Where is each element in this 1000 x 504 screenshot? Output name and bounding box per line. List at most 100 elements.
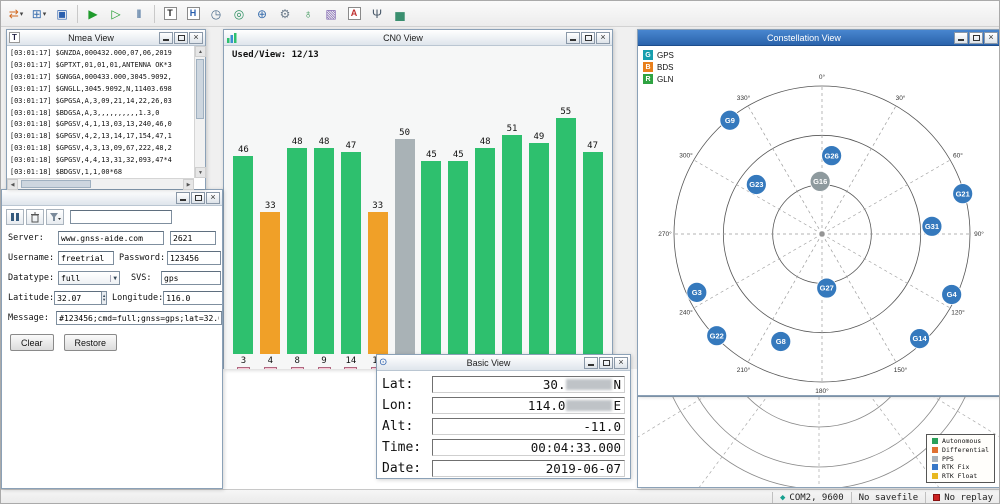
play-button[interactable]: ▶ <box>82 3 104 24</box>
satellite-marker[interactable]: G16 <box>810 171 830 191</box>
satellite-marker[interactable]: G23 <box>746 175 766 195</box>
satellite-marker[interactable]: G14 <box>910 329 930 349</box>
message-input[interactable] <box>56 311 222 325</box>
satellite-marker[interactable]: G31 <box>922 216 942 236</box>
maximize-button[interactable] <box>599 357 613 369</box>
close-button[interactable]: × <box>984 32 998 44</box>
server-input[interactable] <box>58 231 164 245</box>
satellite-id: G31 <box>925 222 939 231</box>
scroll-right-icon[interactable]: ▶ <box>183 179 194 190</box>
crosshair-button[interactable]: ⊕ <box>251 3 273 24</box>
maximize-button[interactable] <box>191 192 205 204</box>
minimize-button[interactable] <box>584 357 598 369</box>
pause-icon <box>10 212 20 222</box>
scroll-up-icon[interactable]: ▲ <box>195 46 206 57</box>
globe-button[interactable]: ♁ <box>297 3 319 24</box>
vertical-scrollbar[interactable]: ▲ ▼ <box>194 46 205 178</box>
scrollbar-thumb[interactable] <box>21 180 91 188</box>
cn0-bar <box>287 148 307 354</box>
maximize-button[interactable] <box>969 32 983 44</box>
pause-log-button[interactable] <box>6 209 24 225</box>
nmea-titlebar[interactable]: T Nmea View × <box>7 30 205 46</box>
maximize-button[interactable] <box>581 32 595 44</box>
connect-button[interactable]: ⇄▾ <box>5 3 27 24</box>
satellite-marker[interactable]: G27 <box>817 278 837 298</box>
svs-input[interactable] <box>161 271 221 285</box>
clock-button[interactable]: ◷ <box>205 3 227 24</box>
cn0-bar <box>421 161 441 355</box>
filter-button[interactable] <box>46 209 64 225</box>
satellite-marker[interactable]: G22 <box>707 326 727 346</box>
satellite-marker[interactable]: G4 <box>942 284 962 304</box>
scrollbar-thumb[interactable] <box>196 59 204 119</box>
views-button[interactable]: ⊞▾ <box>28 3 50 24</box>
satellite-marker[interactable]: G26 <box>822 146 842 166</box>
scroll-left-icon[interactable]: ◀ <box>7 179 18 190</box>
nmea-line: [03:01:17] $GPTXT,01,01,01,ANTENNA OK*3 <box>10 60 194 72</box>
azimuth-label: 150° <box>894 366 908 374</box>
skyplot-button[interactable]: ◎ <box>228 3 250 24</box>
longitude-input[interactable] <box>163 291 223 305</box>
pause-button[interactable]: ‖ <box>128 3 150 24</box>
clear-log-button[interactable] <box>26 209 44 225</box>
text-view-button[interactable]: T <box>159 3 181 24</box>
constellation-titlebar[interactable]: Constellation View × <box>638 30 1000 46</box>
maximize-button[interactable] <box>174 32 188 44</box>
layers-button[interactable]: ▧ <box>320 3 342 24</box>
filter-input[interactable] <box>70 210 172 224</box>
close-button[interactable]: × <box>596 32 610 44</box>
cn0-bar <box>502 135 522 354</box>
config-titlebar[interactable]: × <box>2 190 222 206</box>
close-button[interactable]: × <box>614 357 628 369</box>
antenna-button[interactable]: Ψ <box>366 3 388 24</box>
azimuth-spoke <box>694 160 822 234</box>
clear-button[interactable]: Clear <box>10 334 54 351</box>
satellite-marker[interactable]: G3 <box>687 282 707 302</box>
cn0-bar <box>260 212 280 354</box>
nmea-view-icon: T <box>9 32 20 43</box>
satellite-id: G16 <box>813 177 827 186</box>
minimize-button[interactable] <box>159 32 173 44</box>
close-button[interactable]: × <box>206 192 220 204</box>
fix-type-label: Differential <box>942 446 989 454</box>
restore-button[interactable]: Restore <box>64 334 118 351</box>
satellite-marker[interactable]: G8 <box>771 331 791 351</box>
minimize-button[interactable] <box>954 32 968 44</box>
close-button[interactable]: × <box>189 32 203 44</box>
window-title: Constellation View <box>654 33 954 43</box>
minimize-button[interactable] <box>176 192 190 204</box>
cn0-bar-slot: 47 <box>579 141 606 354</box>
satellite-marker[interactable]: G21 <box>953 184 973 204</box>
tools-button[interactable]: ⚙ <box>274 3 296 24</box>
hex-view-button[interactable]: H <box>182 3 204 24</box>
horizontal-scrollbar[interactable]: ◀ ▶ <box>7 178 194 189</box>
scroll-down-icon[interactable]: ▼ <box>195 167 206 178</box>
password-input[interactable] <box>167 251 221 265</box>
latitude-stepper[interactable]: ▲▼ <box>102 291 107 305</box>
basic-row-value: 00:04:33.000 <box>432 439 625 456</box>
nmea-log[interactable]: [03:01:17] $GNZDA,000432.000,07,06,2019[… <box>7 46 194 178</box>
satellite-marker[interactable]: G9 <box>720 110 740 130</box>
port-input[interactable] <box>170 231 216 245</box>
datatype-select[interactable]: full ▼ <box>58 271 120 285</box>
nmea-line: [03:01:18] $GPGSV,4,1,13,03,13,240,46,0 <box>10 119 194 131</box>
text-view-icon: T <box>164 7 177 20</box>
basic-titlebar[interactable]: ⊙ Basic View × <box>377 355 630 371</box>
save-button[interactable]: ▣ <box>51 3 73 24</box>
basic-row: Lon:114.0E <box>382 395 625 416</box>
latitude-input[interactable] <box>54 291 102 305</box>
minimize-button[interactable] <box>566 32 580 44</box>
satellite-id: G3 <box>692 288 702 297</box>
chart-button[interactable]: ▅ <box>389 3 411 24</box>
azimuth-spoke <box>822 234 950 308</box>
message-label: Message: <box>8 313 56 323</box>
username-input[interactable] <box>58 251 114 265</box>
skyplot: 0°30°60°90°120°150°180°210°240°270°300°3… <box>638 46 1000 395</box>
basic-row: Date:2019-06-07 <box>382 458 625 479</box>
datatype-row: Datatype: full ▼ SVS: <box>2 268 222 288</box>
cn0-titlebar[interactable]: CN0 View × <box>224 30 612 46</box>
maximize-icon <box>585 35 592 41</box>
chart-icon: ▅ <box>395 8 404 20</box>
step-button[interactable]: ▷ <box>105 3 127 24</box>
annotate-button[interactable]: A <box>343 3 365 24</box>
